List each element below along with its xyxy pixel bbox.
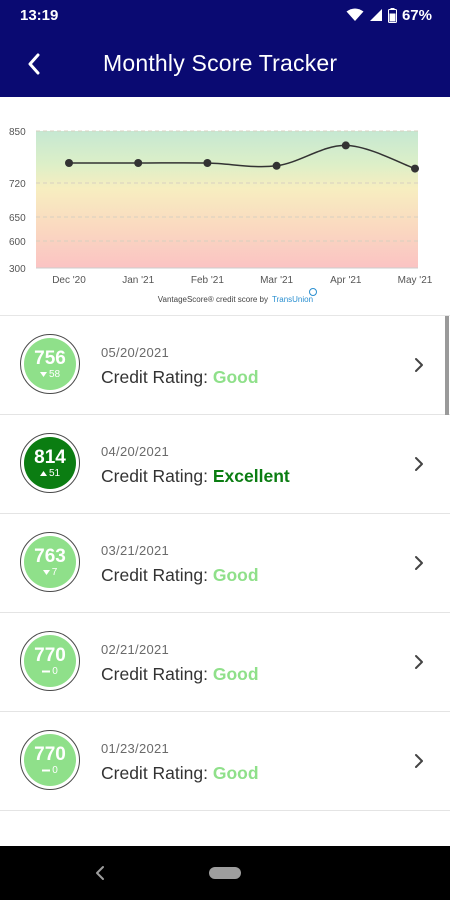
y-tick-label: 600 <box>9 237 26 248</box>
credit-rating: Credit Rating: Good <box>101 565 259 586</box>
score-badge: 814 51 <box>20 433 80 493</box>
chevron-right-icon <box>415 655 423 669</box>
y-tick-label: 650 <box>9 213 26 224</box>
score-badge: 756 58 <box>20 334 80 394</box>
data-point <box>411 164 419 173</box>
history-row[interactable]: 756 58 05/20/2021 Credit Rating: Good <box>0 316 450 415</box>
status-bar: 13:19 67% <box>0 0 450 30</box>
score-change: 0 <box>42 666 58 677</box>
credit-rating: Credit Rating: Good <box>101 367 259 388</box>
chevron-right-icon <box>415 754 423 768</box>
status-time: 13:19 <box>20 6 59 24</box>
nav-home-button[interactable] <box>209 867 241 879</box>
score-value: 756 <box>34 347 66 369</box>
score-value: 770 <box>34 743 66 765</box>
history-row[interactable]: 770 0 01/23/2021 Credit Rating: Good <box>0 712 450 811</box>
credit-rating-value: Good <box>212 565 259 585</box>
credit-rating-label: Credit Rating: <box>101 367 208 387</box>
no-change-icon <box>42 670 51 672</box>
back-arrow-icon <box>28 53 40 75</box>
history-row[interactable]: 770 0 02/21/2021 Credit Rating: Good <box>0 613 450 712</box>
x-tick-label: Dec '20 <box>52 275 86 286</box>
report-date: 03/21/2021 <box>101 543 170 558</box>
data-point <box>341 141 350 150</box>
score-change-value: 0 <box>52 665 58 677</box>
system-nav-bar <box>0 846 450 900</box>
report-date: 04/20/2021 <box>101 444 170 459</box>
score-circle: 770 0 <box>24 734 76 786</box>
score-chart: 300 600 650 720 850 Dec '20 Jan '21 Feb '21 Mar… <box>9 127 433 304</box>
x-tick-label: May '21 <box>398 275 433 286</box>
chevron-right-icon <box>415 457 423 471</box>
arrow-down-icon <box>39 371 47 377</box>
back-button[interactable] <box>14 44 54 84</box>
arrow-down-icon <box>42 569 50 575</box>
score-change: 0 <box>42 765 58 776</box>
y-tick-label: 300 <box>9 264 26 275</box>
score-change-value: 7 <box>51 566 58 578</box>
score-value: 763 <box>34 545 66 567</box>
score-circle: 756 58 <box>24 338 76 390</box>
report-date: 05/20/2021 <box>101 345 170 360</box>
score-badge: 763 7 <box>20 532 80 592</box>
x-tick-label: Feb '21 <box>191 275 224 286</box>
score-circle: 814 51 <box>24 437 76 489</box>
score-change: 58 <box>39 368 61 380</box>
report-date: 01/23/2021 <box>101 741 170 756</box>
score-change-value: 58 <box>48 368 61 380</box>
data-point <box>65 159 73 167</box>
wifi-icon <box>346 8 364 21</box>
credit-rating-value: Good <box>212 763 259 783</box>
chevron-right-icon <box>415 556 423 570</box>
transunion-logo: TransUnion <box>272 295 313 304</box>
credit-rating-label: Credit Rating: <box>101 763 208 783</box>
signal-icon <box>369 9 382 21</box>
credit-rating-label: Credit Rating: <box>101 664 208 684</box>
history-row[interactable]: 763 7 03/21/2021 Credit Rating: Good <box>0 514 450 613</box>
y-tick-label: 720 <box>9 179 26 190</box>
status-icons: 67% <box>346 7 432 24</box>
data-point <box>272 161 281 170</box>
credit-rating-value: Good <box>212 664 259 684</box>
credit-rating-label: Credit Rating: <box>101 466 208 486</box>
data-point <box>203 159 212 167</box>
credit-rating: Credit Rating: Excellent <box>101 466 290 487</box>
score-circle: 770 0 <box>24 635 76 687</box>
x-tick-label: Mar '21 <box>260 275 293 286</box>
score-value: 770 <box>34 644 66 666</box>
nav-back-icon[interactable] <box>92 863 108 883</box>
score-change: 51 <box>39 467 61 479</box>
x-tick-label: Apr '21 <box>330 275 362 286</box>
score-range-background <box>36 131 418 268</box>
x-tick-label: Jan '21 <box>122 275 154 286</box>
score-history-list[interactable]: 756 58 05/20/2021 Credit Rating: Good 814 51 0… <box>0 316 450 846</box>
attribution-text: VantageScore® credit score by <box>158 295 268 304</box>
history-row[interactable]: 814 51 04/20/2021 Credit Rating: Excellent <box>0 415 450 514</box>
arrow-up-icon <box>39 470 47 476</box>
scrollbar[interactable] <box>445 316 449 415</box>
battery-percent: 67% <box>401 6 432 24</box>
y-tick-label: 850 <box>9 127 26 138</box>
page-title: Monthly Score Tracker <box>103 50 338 76</box>
score-value: 814 <box>34 446 66 468</box>
score-change-value: 0 <box>52 764 58 776</box>
credit-rating-label: Credit Rating: <box>101 565 208 585</box>
score-badge: 770 0 <box>20 631 80 691</box>
no-change-icon <box>42 769 51 771</box>
score-change: 7 <box>42 566 58 578</box>
chevron-right-icon <box>415 358 423 372</box>
data-point <box>134 159 143 167</box>
app-bar: Monthly Score Tracker <box>0 30 450 97</box>
score-change-value: 51 <box>48 467 61 479</box>
credit-rating-value: Excellent <box>212 466 290 486</box>
report-date: 02/21/2021 <box>101 642 170 657</box>
credit-rating: Credit Rating: Good <box>101 664 259 685</box>
credit-rating: Credit Rating: Good <box>101 763 259 784</box>
credit-rating-value: Good <box>212 367 259 387</box>
score-circle: 763 7 <box>24 536 76 588</box>
score-chart-card: 300 600 650 720 850 Dec '20 Jan '21 Feb '21 Mar… <box>0 97 450 316</box>
score-badge: 770 0 <box>20 730 80 790</box>
battery-icon <box>387 7 397 23</box>
